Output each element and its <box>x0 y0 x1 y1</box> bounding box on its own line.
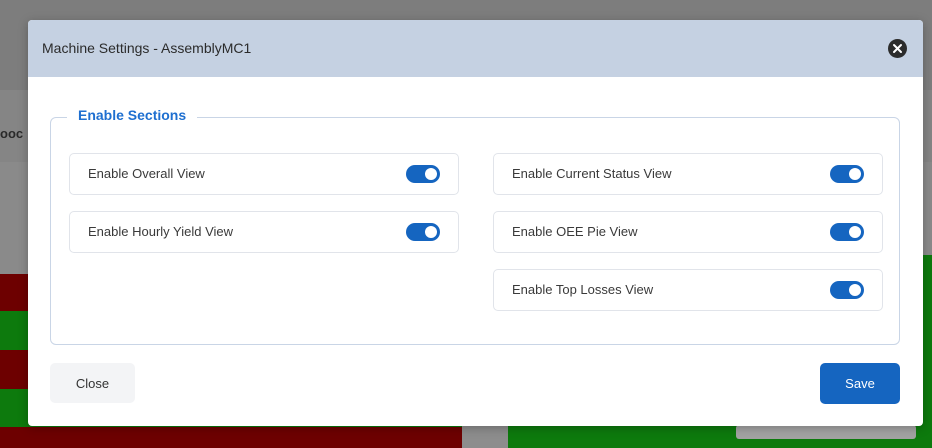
oee-pie-view-toggle[interactable] <box>830 223 864 241</box>
toggle-knob <box>849 226 861 238</box>
enable-sections-legend: Enable Sections <box>67 107 198 123</box>
hourly-yield-view-toggle[interactable] <box>406 223 440 241</box>
toggle-knob <box>849 168 861 180</box>
save-button[interactable]: Save <box>820 363 900 404</box>
option-oee-pie-view: Enable OEE Pie View <box>493 211 883 253</box>
modal-title: Machine Settings - AssemblyMC1 <box>42 40 252 56</box>
option-label: Enable Overall View <box>88 166 205 181</box>
enable-sections-fieldset: Enable Sections Enable Overall View Enab… <box>50 107 900 345</box>
option-top-losses-view: Enable Top Losses View <box>493 269 883 311</box>
option-label: Enable Top Losses View <box>512 282 654 297</box>
background-partial-text: ooc <box>0 126 24 141</box>
current-status-view-toggle[interactable] <box>830 165 864 183</box>
toggle-knob <box>849 284 861 296</box>
modal-header: Machine Settings - AssemblyMC1 <box>28 20 923 77</box>
toggle-knob <box>425 168 437 180</box>
machine-settings-modal: Machine Settings - AssemblyMC1 Enable Se… <box>28 20 923 426</box>
top-losses-view-toggle[interactable] <box>830 281 864 299</box>
background-button <box>736 425 916 439</box>
background-row-red <box>0 427 462 448</box>
overall-view-toggle[interactable] <box>406 165 440 183</box>
option-label: Enable Hourly Yield View <box>88 224 234 239</box>
close-button[interactable]: Close <box>50 363 135 403</box>
option-current-status-view: Enable Current Status View <box>493 153 883 195</box>
option-label: Enable Current Status View <box>512 166 672 181</box>
option-hourly-yield-view: Enable Hourly Yield View <box>69 211 459 253</box>
close-circle-icon[interactable] <box>888 39 907 58</box>
toggle-knob <box>425 226 437 238</box>
option-overall-view: Enable Overall View <box>69 153 459 195</box>
option-label: Enable OEE Pie View <box>512 224 638 239</box>
